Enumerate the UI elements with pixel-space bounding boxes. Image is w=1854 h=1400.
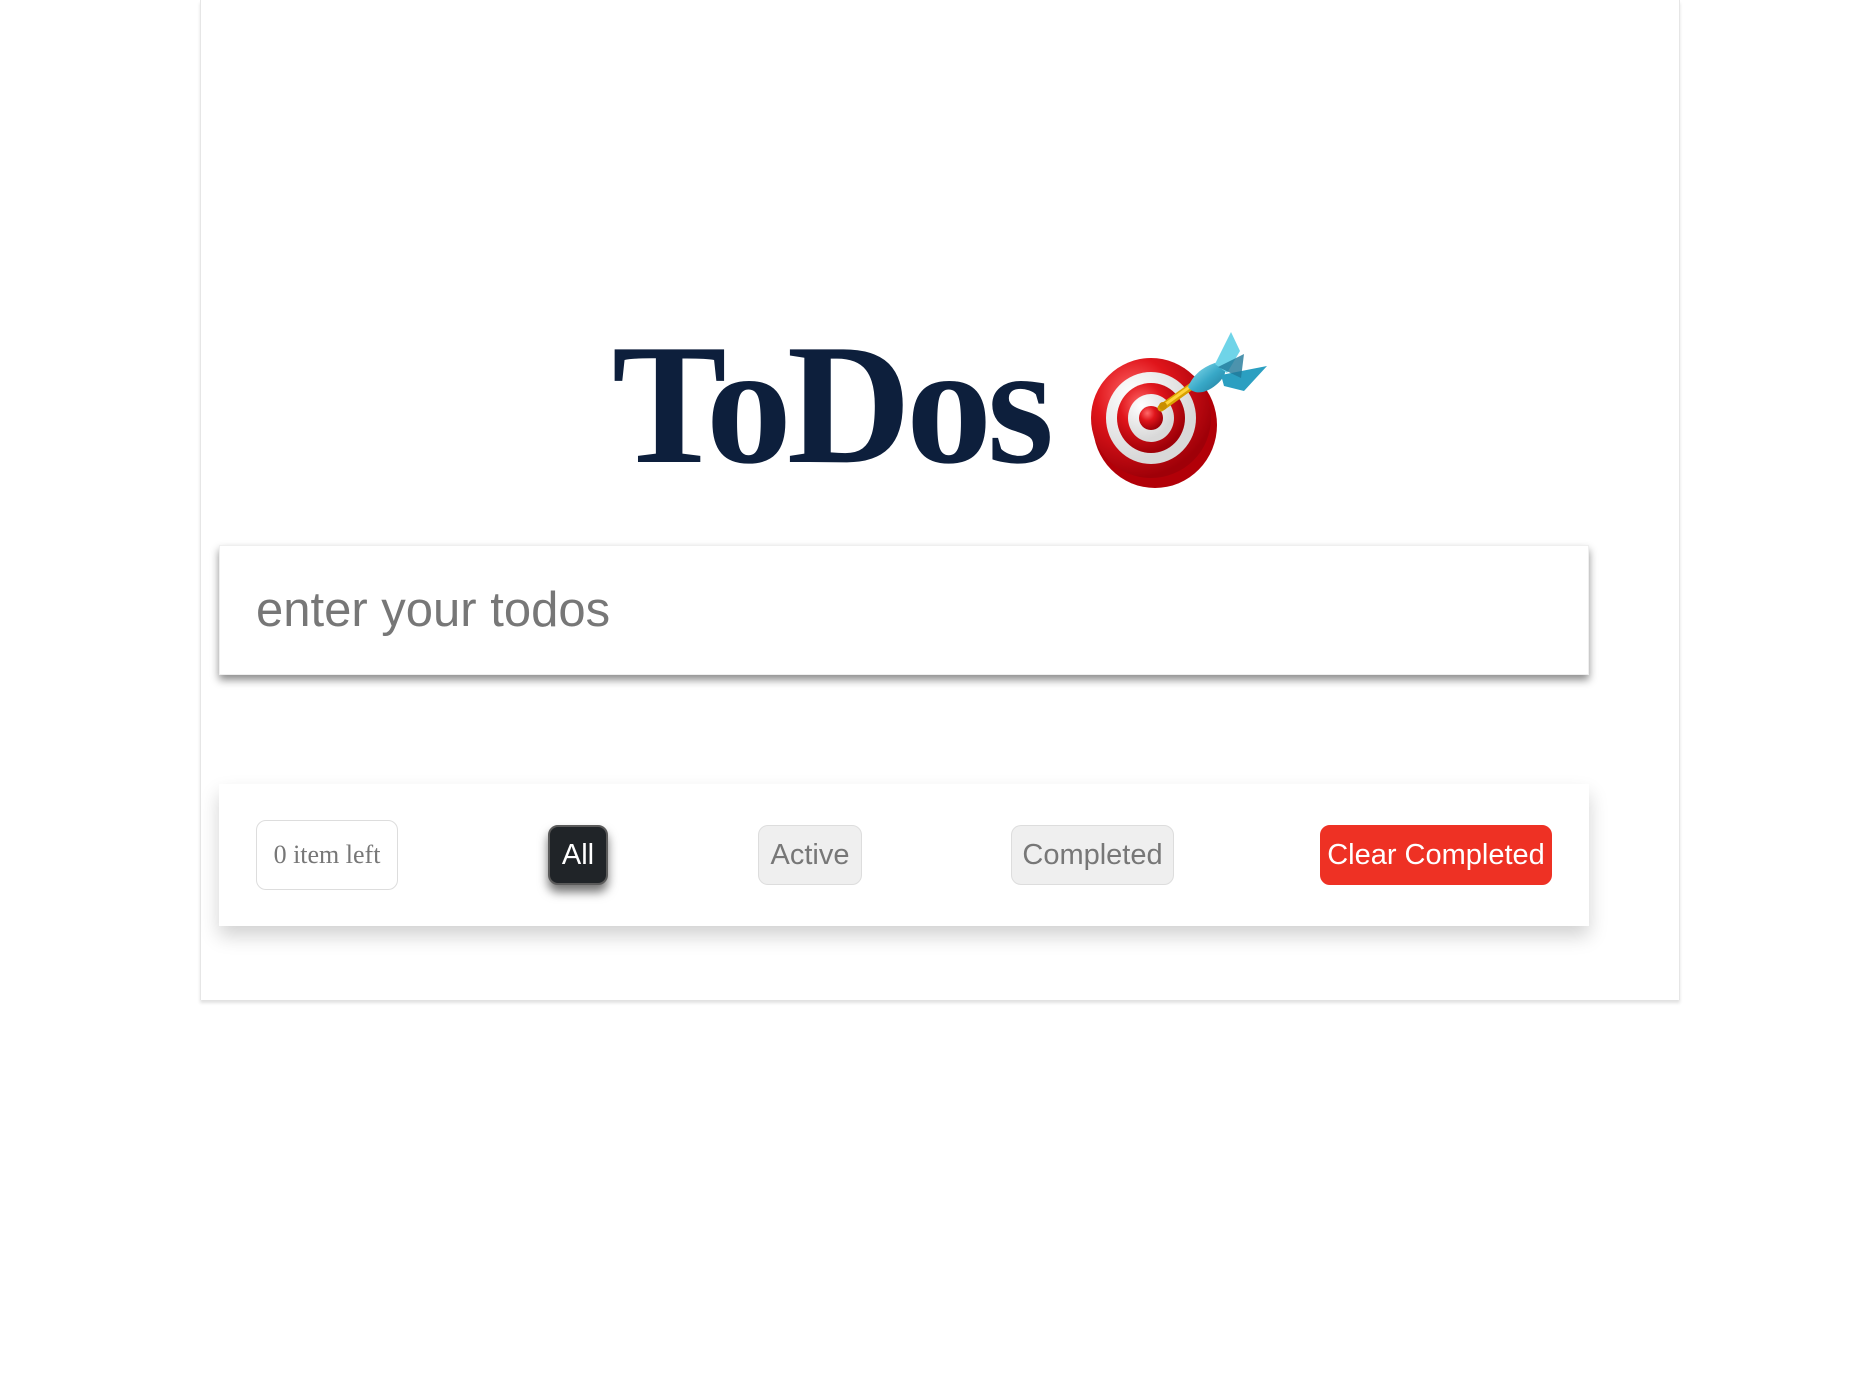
clear-completed-button[interactable]: Clear Completed	[1320, 825, 1552, 885]
todo-input[interactable]	[220, 546, 1588, 674]
filter-active-button[interactable]: Active	[758, 825, 862, 885]
app-header: ToDos	[201, 310, 1679, 500]
todo-input-container	[219, 545, 1589, 675]
items-left-counter: 0 item left	[256, 820, 398, 890]
todo-app-card: ToDos enter your todos 0 item left All A…	[200, 0, 1680, 1000]
app-title: ToDos	[611, 310, 1054, 500]
filter-all-button[interactable]: All	[548, 825, 608, 885]
todo-footer: 0 item left All Active Completed Clear C…	[219, 784, 1589, 926]
filter-completed-button[interactable]: Completed	[1011, 825, 1174, 885]
target-icon	[1091, 332, 1268, 488]
